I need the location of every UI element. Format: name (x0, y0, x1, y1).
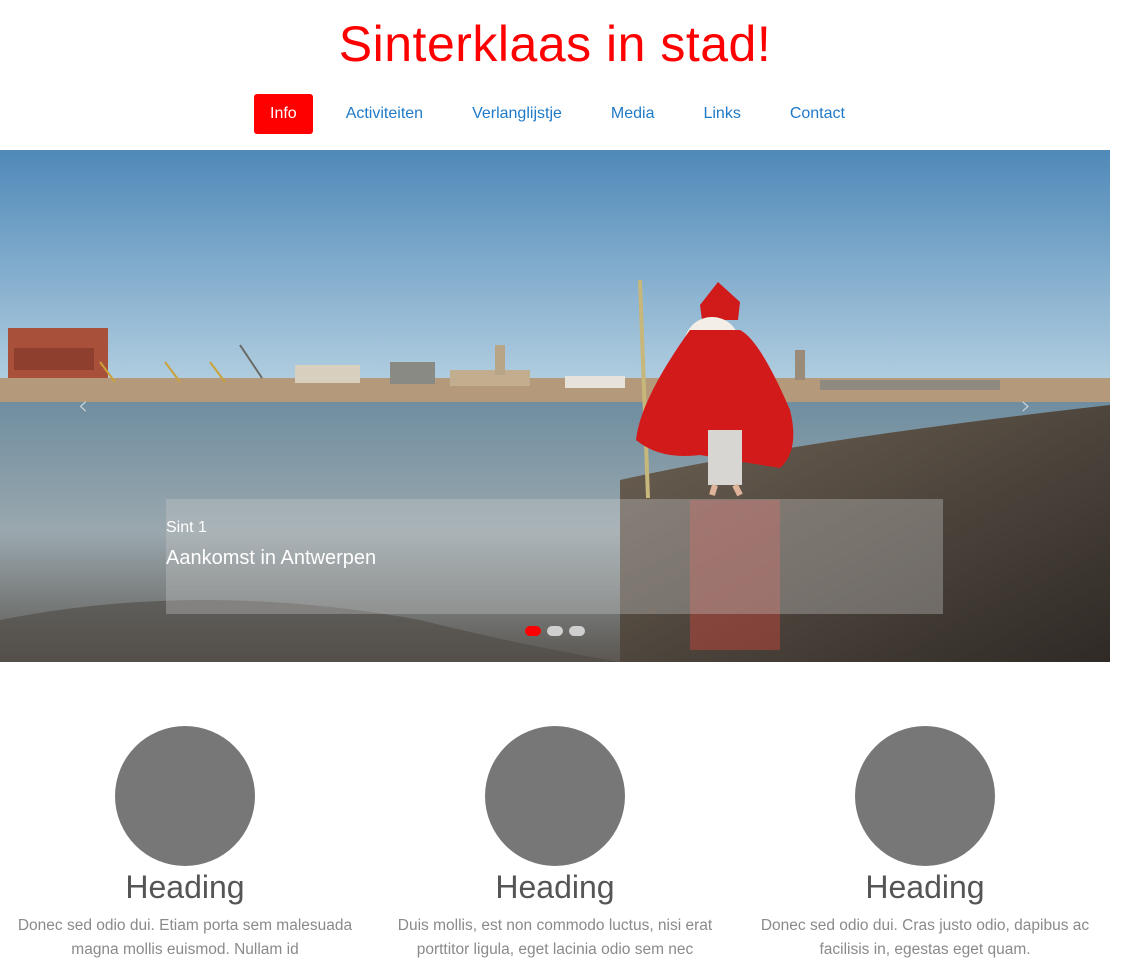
placeholder-image (485, 726, 625, 866)
nav-item-media[interactable]: Media (595, 94, 671, 134)
nav-item-links[interactable]: Links (687, 94, 756, 134)
nav-item-verlanglijstje[interactable]: Verlanglijstje (456, 94, 578, 134)
site-title: Sinterklaas in stad! (338, 16, 772, 72)
placeholder-image (855, 726, 995, 866)
feature-column-2: Heading Duis mollis, est non commodo luc… (370, 726, 740, 962)
feature-heading: Heading (125, 869, 245, 905)
feature-heading: Heading (865, 869, 985, 905)
chevron-left-icon: ‹ (77, 391, 89, 421)
carousel-next-button[interactable]: › (1014, 386, 1038, 426)
carousel-caption: Sint 1 Aankomst in Antwerpen (166, 499, 943, 614)
feature-text: Duis mollis, est non commodo luctus, nis… (397, 917, 713, 958)
feature-column-1: Heading Donec sed odio dui. Etiam porta … (0, 726, 370, 962)
feature-heading: Heading (495, 869, 615, 905)
feature-column-3: Heading Donec sed odio dui. Cras justo o… (740, 726, 1110, 962)
nav-item-activiteiten[interactable]: Activiteiten (330, 94, 439, 134)
chevron-right-icon: › (1020, 391, 1032, 421)
caption-subtitle: Sint 1 (166, 519, 207, 536)
feature-text: Donec sed odio dui. Cras justo odio, dap… (760, 917, 1090, 958)
caption-title: Aankomst in Antwerpen (166, 547, 377, 569)
nav-item-info[interactable]: Info (254, 94, 313, 134)
carousel-indicators (525, 626, 585, 636)
main-nav: Info Activiteiten Verlanglijstje Media L… (254, 94, 878, 134)
hero-carousel: ‹ › Sint 1 Aankomst in Antwerpen (0, 150, 1110, 662)
carousel-indicator-1[interactable] (525, 626, 541, 636)
nav-item-contact[interactable]: Contact (774, 94, 861, 134)
carousel-prev-button[interactable]: ‹ (71, 386, 95, 426)
placeholder-image (115, 726, 255, 866)
feature-text: Donec sed odio dui. Etiam porta sem male… (17, 917, 353, 958)
carousel-indicator-2[interactable] (547, 626, 563, 636)
carousel-indicator-3[interactable] (569, 626, 585, 636)
